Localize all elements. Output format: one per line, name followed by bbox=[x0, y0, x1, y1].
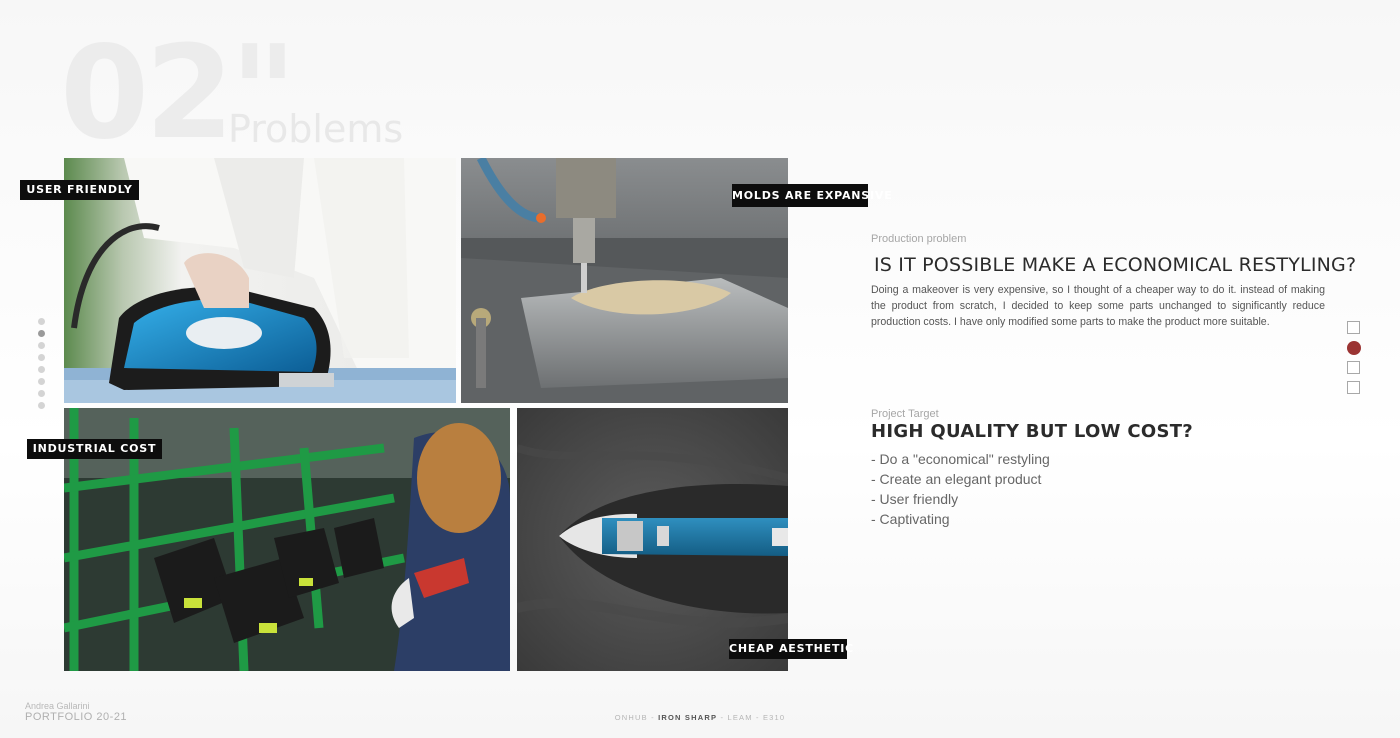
production-description: Doing a makeover is very expensive, so I… bbox=[871, 284, 1325, 328]
label-industrial-cost: INDUSTRIAL COST bbox=[27, 439, 162, 459]
target-title: HIGH QUALITY BUT LOW COST? bbox=[871, 421, 1194, 442]
label-cheap-aesthetic: CHEAP AESTHETIC bbox=[729, 639, 853, 659]
footer-nav-post[interactable]: - LEAM - E310 bbox=[717, 713, 785, 722]
production-question: IS IT POSSIBLE MAKE A ECONOMICAL RESTYLI… bbox=[874, 254, 1357, 276]
footer-nav-pre[interactable]: ONHUB - bbox=[615, 713, 658, 722]
author-name: Andrea Gallarini bbox=[25, 701, 90, 711]
target-list: - Do a "economical" restyling - Create a… bbox=[871, 449, 1050, 529]
section-title: Problems bbox=[228, 107, 404, 151]
page-dot[interactable] bbox=[38, 402, 45, 409]
page-dots bbox=[38, 318, 46, 414]
page-dot-active[interactable] bbox=[38, 330, 45, 337]
page-dot[interactable] bbox=[38, 318, 45, 325]
footer-project-nav: ONHUB - IRON SHARP - LEAM - E310 bbox=[0, 713, 1400, 722]
page-dot[interactable] bbox=[38, 390, 45, 397]
page-dot[interactable] bbox=[38, 378, 45, 385]
footer-nav-current[interactable]: IRON SHARP bbox=[658, 713, 717, 722]
list-item: - Captivating bbox=[871, 511, 950, 527]
section-nav bbox=[1347, 321, 1361, 401]
label-user-friendly: USER FRIENDLY bbox=[20, 180, 139, 200]
section-nav-square[interactable] bbox=[1347, 321, 1360, 334]
list-item: - Do a "economical" restyling bbox=[871, 451, 1050, 467]
page-dot[interactable] bbox=[38, 354, 45, 361]
list-item: - User friendly bbox=[871, 491, 959, 507]
production-label: Production problem bbox=[871, 233, 967, 245]
page-dot[interactable] bbox=[38, 366, 45, 373]
section-nav-square[interactable] bbox=[1347, 361, 1360, 374]
list-item: - Create an elegant product bbox=[871, 471, 1042, 487]
photo-iron-top-view bbox=[517, 408, 788, 671]
label-molds-expansive: MOLDS ARE EXPANSIVE bbox=[732, 184, 892, 207]
section-nav-square[interactable] bbox=[1347, 381, 1360, 394]
target-label: Project Target bbox=[871, 408, 939, 420]
page-dot[interactable] bbox=[38, 342, 45, 349]
section-nav-current[interactable] bbox=[1347, 341, 1361, 355]
